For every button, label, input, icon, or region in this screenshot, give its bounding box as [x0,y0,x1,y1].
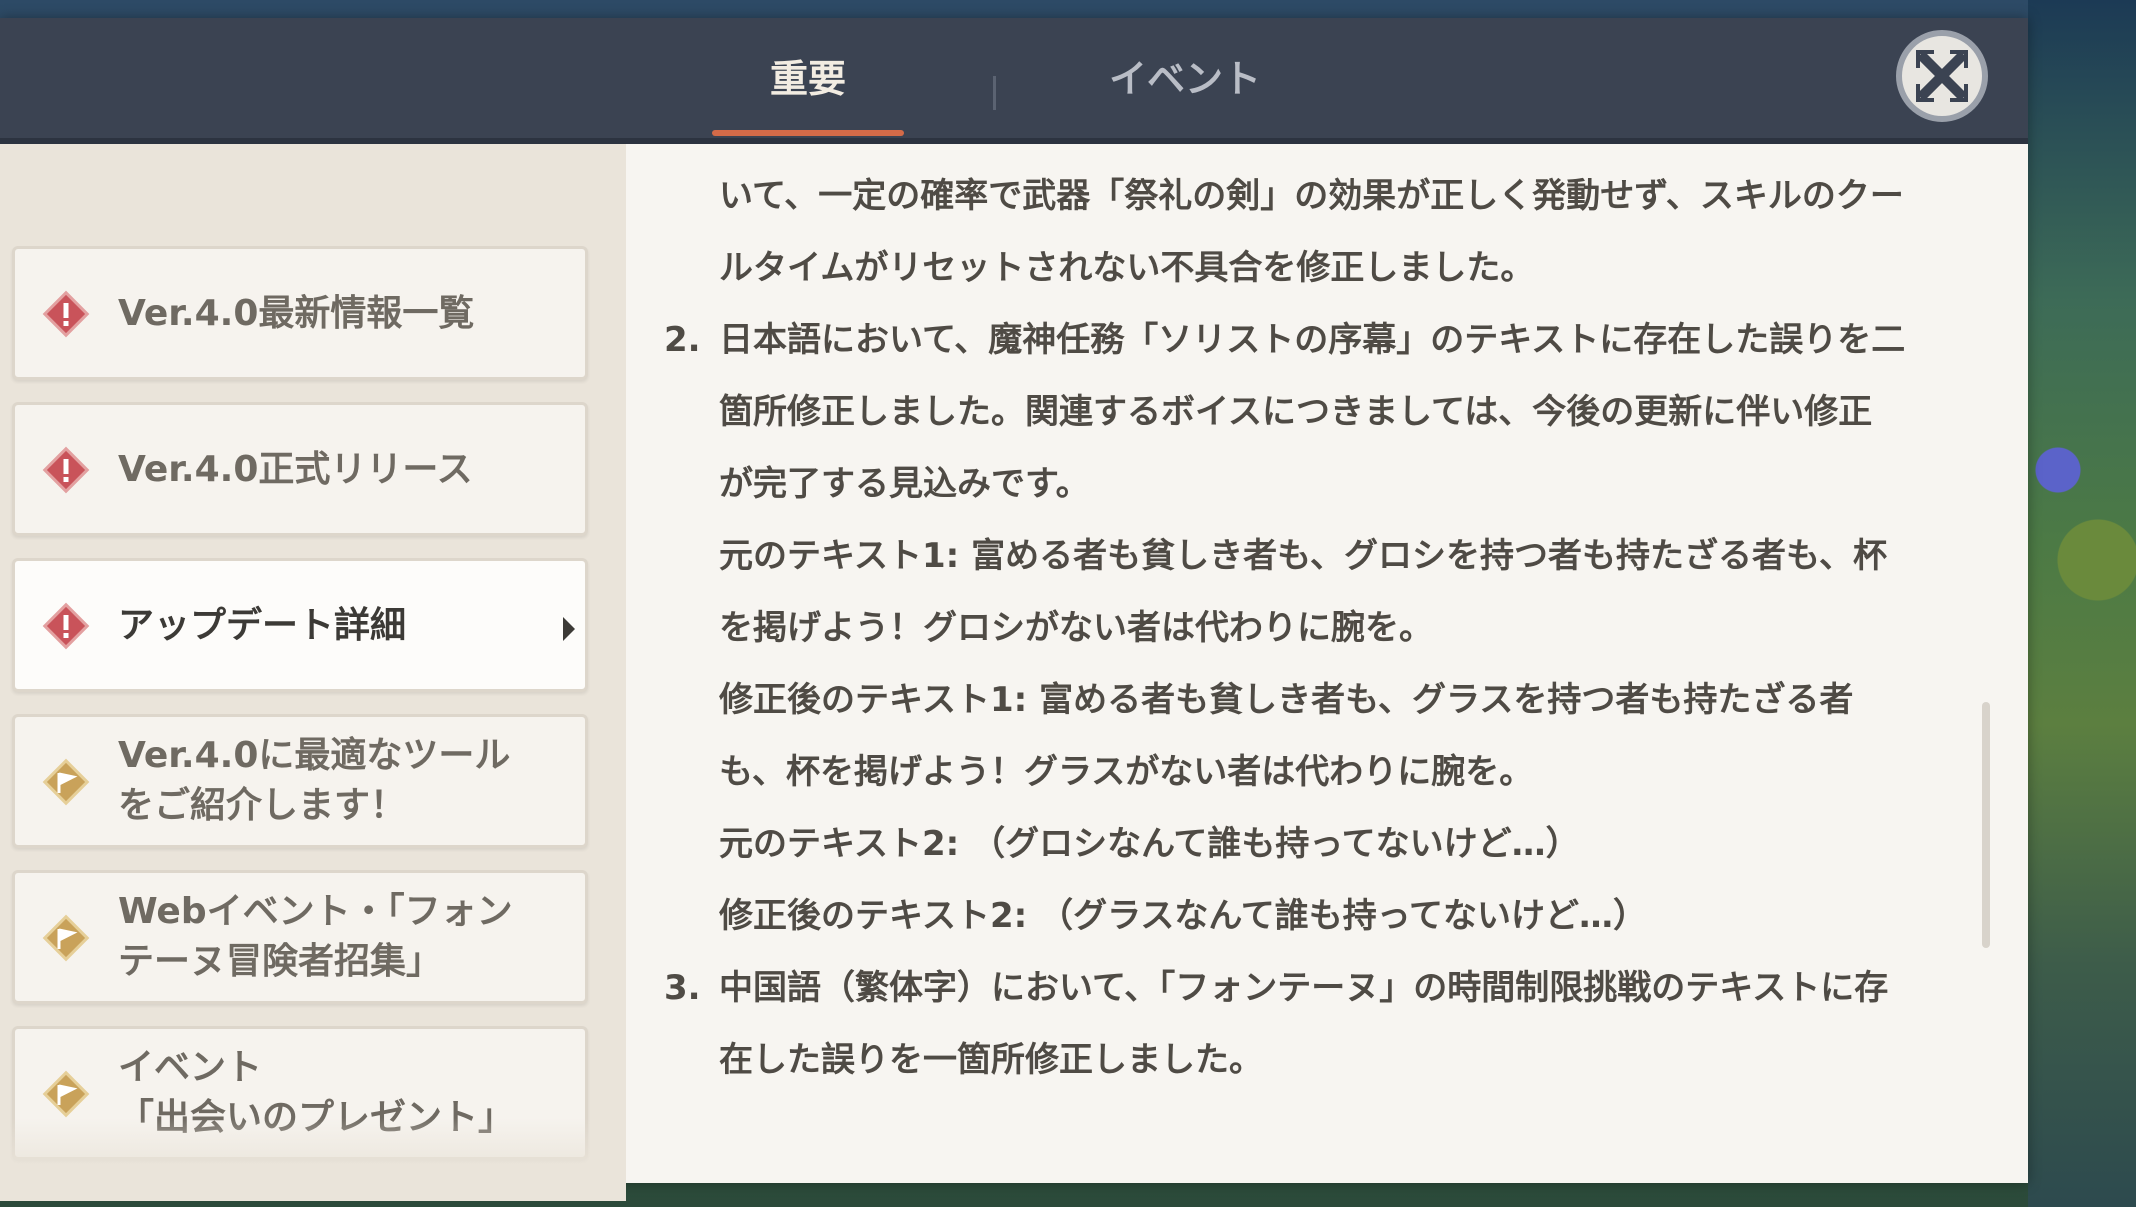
event-flag-icon [42,758,90,806]
sidebar-fade [0,1118,626,1201]
sidebar-item-update-details[interactable]: アップデート詳細 [12,558,588,692]
notice-panel: 重要 イベント Ver.4.0最新情報一覧 Ver.4.0正式リリース アップデ… [0,18,2028,1201]
content-line: 在した誤りを一箇所修正しました。 [719,1040,1263,1080]
list-number: 2. [664,320,701,360]
content-line: も、杯を掲げよう！グラスがない者は代わりに腕を。 [719,752,1534,792]
content-line: 修正後のテキスト1: 富める者も貧しき者も、グラスを持つ者も持たざる者 [719,680,1854,720]
notice-text: いて、一定の確率で武器「祭礼の剣」の効果が正しく発動せず、スキルのクー ルタイム… [626,144,2028,1183]
important-icon [42,602,90,650]
important-icon [42,446,90,494]
content-line: が完了する見込みです。 [719,464,1090,504]
list-number: 3. [664,968,701,1008]
notice-sidebar: Ver.4.0最新情報一覧 Ver.4.0正式リリース アップデート詳細 Ver… [0,144,626,1183]
content-line: 元のテキスト2: （グロシなんて誰も持ってないけど…） [719,824,1580,864]
sidebar-item-label: Ver.4.0正式リリース [118,449,473,490]
sidebar-item-label: イベント [118,1047,263,1088]
selected-arrow-icon [563,617,575,641]
content-line: を掲げよう！グロシがない者は代わりに腕を。 [719,608,1433,648]
sidebar-item-label: Webイベント・「フォン [118,891,513,932]
notice-content[interactable]: いて、一定の確率で武器「祭礼の剣」の効果が正しく発動せず、スキルのクー ルタイム… [626,144,2028,1183]
sidebar-item-label: Ver.4.0に最適なツール [118,735,511,776]
tab-event-label: イベント [1108,57,1261,101]
content-scrollbar[interactable] [1982,702,1990,948]
event-flag-icon [42,1070,90,1118]
notice-header: 重要 イベント [0,18,2028,144]
background-scenery [2028,0,2136,1207]
sidebar-item-label: アップデート詳細 [118,605,407,646]
sidebar-item-ver40-info[interactable]: Ver.4.0最新情報一覧 [12,246,588,380]
content-line: 元のテキスト1: 富める者も貧しき者も、グロシを持つ者も持たざる者も、杯 [719,536,1888,576]
tab-event[interactable]: イベント [1050,48,1320,128]
tab-separator [993,76,996,110]
active-tab-underline [712,130,904,136]
content-line: ルタイムがリセットされない不具合を修正しました。 [719,248,1535,288]
event-flag-icon [42,914,90,962]
close-button[interactable] [1896,30,1988,122]
content-line: 日本語において、魔神任務「ソリストの序幕」のテキストに存在した誤りを二 [719,320,1906,360]
content-line: 中国語（繁体字）において、「フォンテーヌ」の時間制限挑戦のテキストに存 [719,968,1889,1008]
content-line: いて、一定の確率で武器「祭礼の剣」の効果が正しく発動せず、スキルのクー [719,176,1904,216]
sidebar-item-web-event[interactable]: Webイベント・「フォン テーヌ冒険者招集」 [12,870,588,1004]
content-line: 修正後のテキスト2: （グラスなんて誰も持ってないけど…） [719,896,1647,936]
important-icon [42,290,90,338]
sidebar-item-label: をご紹介します！ [118,785,407,826]
tab-important-label: 重要 [769,57,846,101]
sidebar-item-label: Ver.4.0最新情報一覧 [118,293,475,334]
content-line: 箇所修正しました。関連するボイスにつきましては、今後の更新に伴い修正 [719,392,1873,432]
close-icon [1916,50,1968,102]
sidebar-item-label: テーヌ冒険者招集」 [118,941,443,982]
sidebar-item-tools[interactable]: Ver.4.0に最適なツール をご紹介します！ [12,714,588,848]
sidebar-item-ver40-release[interactable]: Ver.4.0正式リリース [12,402,588,536]
tab-important[interactable]: 重要 [712,48,904,136]
